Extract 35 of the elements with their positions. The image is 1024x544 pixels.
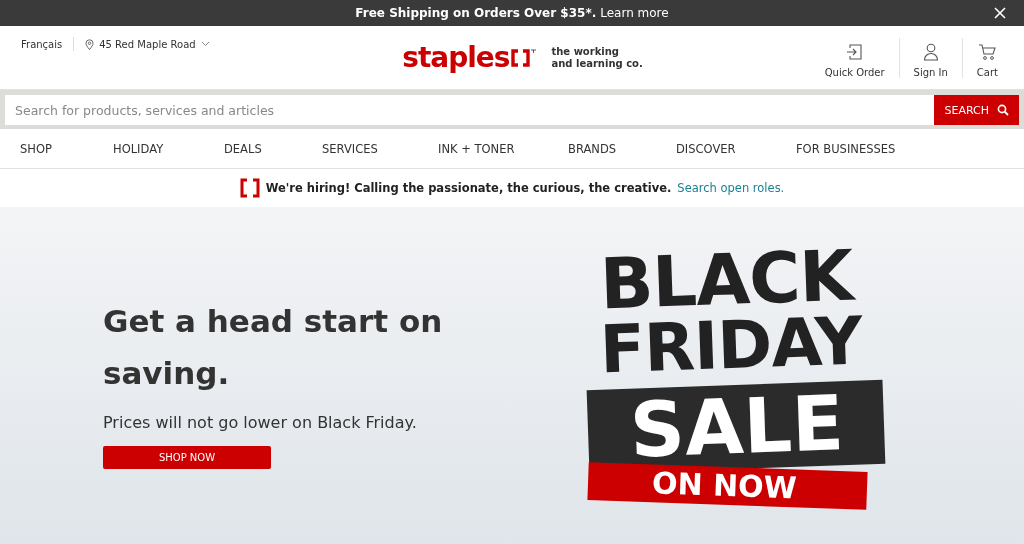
nav-link[interactable]: FOR BUSINESSES xyxy=(796,141,896,156)
learn-more-link[interactable]: Learn more xyxy=(600,6,669,20)
nav-link[interactable]: DEALS xyxy=(224,141,322,156)
bracket-logo-icon xyxy=(239,178,260,198)
nav-link[interactable]: INK + TONER xyxy=(438,141,568,156)
logo-tagline: the working xyxy=(551,45,621,58)
box-arrow-icon xyxy=(845,42,864,61)
open-roles-link[interactable]: Search open roles. xyxy=(677,181,785,195)
header-action[interactable]: Cart xyxy=(961,37,1024,78)
shop-now-button[interactable]: SHOP NOW xyxy=(103,446,271,469)
search-button[interactable]: SEARCH xyxy=(934,95,1019,125)
nav-link[interactable]: SHOP xyxy=(20,141,113,156)
hiring-message: We're hiring! Calling the passionate, the curious, the creative. xyxy=(265,181,672,195)
nav-link[interactable]: SERVICES xyxy=(322,141,438,156)
location-selector[interactable]: 45 Red Maple Road xyxy=(99,38,196,50)
logo-wordmark[interactable]: staples xyxy=(402,41,510,74)
hero-subheading: Prices will not go lower on Black Friday. xyxy=(103,413,418,432)
bracket-logo-icon xyxy=(511,47,538,68)
logo-tagline: and learning co. xyxy=(551,57,643,70)
cart-icon xyxy=(978,42,997,61)
on-now-ribbon: ON NOW xyxy=(587,462,868,510)
language-link[interactable]: Français xyxy=(21,38,63,50)
header-action[interactable]: Quick Order xyxy=(810,37,899,78)
close-icon[interactable] xyxy=(994,7,1006,19)
user-icon xyxy=(922,42,939,61)
chevron-down-icon xyxy=(200,41,210,47)
location-pin-icon xyxy=(85,38,95,50)
search-icon xyxy=(997,104,1009,116)
nav-link[interactable]: DISCOVER xyxy=(676,141,796,156)
nav-link[interactable]: BRANDS xyxy=(568,141,676,156)
nav-link[interactable]: HOLIDAY xyxy=(113,141,224,156)
hero-heading: Get a head start on saving. xyxy=(103,302,444,393)
promo-text: Free Shipping on Orders Over $35*. xyxy=(355,6,597,20)
header-action[interactable]: Sign In xyxy=(898,37,962,78)
search-field[interactable]: Search for products, services and articles xyxy=(5,95,935,125)
